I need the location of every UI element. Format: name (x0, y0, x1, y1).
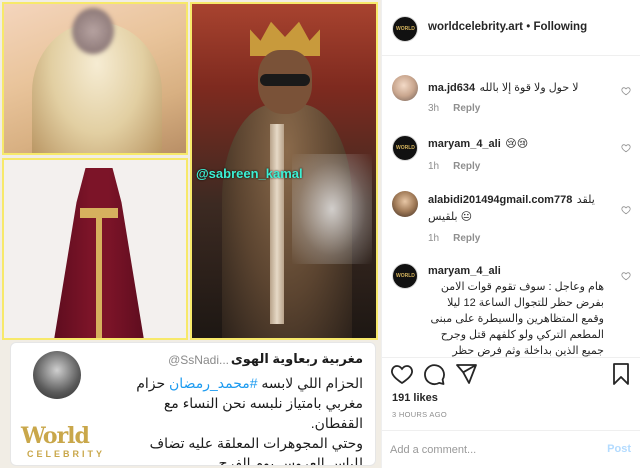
logo-sub: CELEBRITY (27, 449, 106, 459)
comment-text: هام وعاجل : سوف تقوم قوات الامن بفرض حظر… (430, 281, 604, 357)
comment-username[interactable]: maryam_4_ali (428, 263, 604, 279)
tweet-handle: @SsNadi... (168, 353, 229, 367)
caftan-photo-top-left (2, 2, 188, 155)
reply-button[interactable]: Reply (453, 161, 480, 172)
bookmark-icon[interactable] (609, 362, 633, 386)
comment-body: maryam_4_ali 😢😢 (428, 135, 604, 152)
caftan-trim (96, 218, 102, 338)
comment-text: 😢😢 (505, 138, 529, 150)
commenter-avatar[interactable]: WORLD (392, 263, 418, 289)
caftan-photo-bottom-left (2, 158, 188, 340)
post-image[interactable]: @sabreen_kamal @SsNadi... مغربية ربعاوية… (0, 0, 381, 468)
post-time-ago: 3 HOURS AGO (392, 410, 447, 419)
avatar-brand-text: WORLD (396, 273, 415, 279)
comment-text: لا حول ولا قوة إلا بالله (479, 82, 579, 94)
watermark-handle: @sabreen_kamal (196, 166, 303, 181)
avatar-brand-text: WORLD (396, 145, 415, 151)
comment-time[interactable]: 3h (428, 103, 439, 114)
logo-word: World (21, 423, 90, 449)
add-comment-row: Post (382, 430, 640, 468)
world-celebrity-logo: World CELEBRITY (21, 423, 131, 463)
reply-button[interactable]: Reply (453, 233, 480, 244)
comment-meta: 1h Reply (428, 161, 480, 172)
tweet-line-1-post: حزام (136, 375, 170, 391)
comments-list[interactable]: ma.jd634 لا حول ولا قوة إلا بالله 3h Repl… (382, 57, 640, 357)
like-comment-heart-icon[interactable] (621, 271, 631, 281)
comment-meta: 1h Reply (428, 233, 480, 244)
comment-body: alabidi201494gmail.com778 يلقد بلقيس 😐 (428, 191, 604, 225)
comment-meta: 3h Reply (428, 103, 480, 114)
comment-username[interactable]: ma.jd634 (428, 82, 475, 94)
likes-count[interactable]: 191 likes (392, 392, 438, 404)
tweet-line-1-pre: الحزام اللي لابسه (257, 375, 363, 391)
comment-body: maryam_4_ali هام وعاجل : سوف تقوم قوات ا… (428, 263, 604, 357)
share-icon[interactable] (454, 362, 478, 386)
post-actions (382, 357, 640, 393)
comment-time[interactable]: 1h (428, 233, 439, 244)
tweet-card: @SsNadi... مغربية ربعاوية الهوى الحزام ا… (10, 342, 376, 466)
reply-button[interactable]: Reply (453, 103, 480, 114)
celebrity-photo: @sabreen_kamal (190, 2, 378, 340)
post-comment-button[interactable]: Post (607, 443, 631, 455)
sunglasses (260, 74, 310, 86)
comment-body: ma.jd634 لا حول ولا قوة إلا بالله (428, 79, 604, 96)
like-heart-icon[interactable] (390, 362, 414, 386)
account-username[interactable]: worldcelebrity.art (428, 21, 523, 33)
blurred-face (72, 8, 114, 54)
comment-bubble-icon[interactable] (422, 362, 446, 386)
tweet-line-1: الحزام اللي لابسه #محمد_رمضان حزام (63, 373, 363, 393)
like-comment-heart-icon[interactable] (621, 205, 631, 215)
tweet-display-name: مغربية ربعاوية الهوى (230, 351, 363, 366)
smoke (292, 154, 372, 264)
header-separator: • (526, 21, 531, 33)
comment-time[interactable]: 1h (428, 161, 439, 172)
hookah-pipe (270, 124, 284, 324)
tweet-hashtag: #محمد_رمضان (169, 375, 258, 391)
avatar-brand-text: WORLD (396, 26, 415, 32)
post-side-panel: WORLD worldcelebrity.art • Following ma.… (381, 0, 640, 468)
commenter-avatar[interactable] (392, 75, 418, 101)
header-line: worldcelebrity.art • Following (428, 21, 587, 33)
comment-username[interactable]: maryam_4_ali (428, 138, 501, 150)
tweet-line-2: مغربي بامتياز نلبسه نحن النساء مع (163, 395, 363, 411)
like-comment-heart-icon[interactable] (621, 143, 631, 153)
caftan-belt (80, 208, 118, 218)
account-avatar[interactable]: WORLD (392, 16, 418, 42)
commenter-avatar[interactable] (392, 191, 418, 217)
post-header: WORLD worldcelebrity.art • Following (382, 0, 640, 56)
commenter-avatar[interactable]: WORLD (392, 135, 418, 161)
like-comment-heart-icon[interactable] (621, 86, 631, 96)
following-button[interactable]: Following (533, 21, 587, 33)
comment-username[interactable]: alabidi201494gmail.com778 (428, 194, 572, 206)
add-comment-input[interactable] (390, 441, 590, 459)
